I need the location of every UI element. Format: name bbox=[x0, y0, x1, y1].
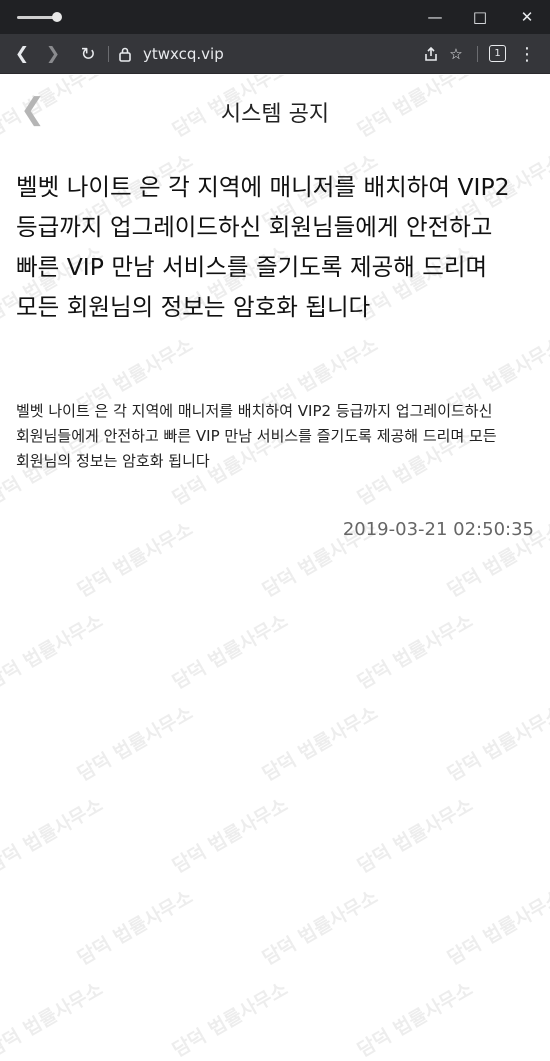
arrow-right-icon[interactable]: ❯ bbox=[41, 42, 65, 66]
share-icon[interactable] bbox=[419, 42, 443, 66]
toolbar-divider bbox=[108, 46, 109, 62]
page-title: 시스템 공지 bbox=[220, 102, 330, 127]
arrow-left-icon[interactable]: ❮ bbox=[10, 42, 34, 66]
reload-icon[interactable]: ↻ bbox=[76, 42, 100, 66]
window-slider-knob[interactable] bbox=[52, 12, 62, 22]
watermark-text: 담덕 법률사무소 bbox=[353, 978, 477, 1061]
watermark-text: 담덕 법률사무소 bbox=[443, 702, 550, 786]
watermark-text: 담덕 법률사무소 bbox=[73, 518, 197, 602]
watermark-text: 담덕 법률사무소 bbox=[73, 886, 197, 970]
maximize-icon[interactable]: □ bbox=[465, 4, 495, 30]
page-content: 담덕 법률사무소 담덕 법률사무소 담덕 법률사무소 담덕 법률사무소 담덕 법률사무소… bbox=[0, 75, 550, 1061]
watermark-text: 담덕 법률사무소 bbox=[353, 610, 477, 694]
watermark-text: 담덕 법률사무소 bbox=[0, 978, 107, 1061]
minimize-icon[interactable]: — bbox=[420, 4, 450, 30]
notice-headline: 벨벳 나이트 은 각 지역에 매니저를 배치하여 VIP2 등급까지 업그레이드… bbox=[16, 173, 510, 321]
watermark-text: 담덕 법률사무소 bbox=[168, 610, 292, 694]
notice-timestamp: 2019-03-21 02:50:35 bbox=[342, 519, 534, 540]
window-title-bar: — □ ✕ bbox=[0, 0, 550, 34]
watermark-text: 담덕 법률사무소 bbox=[0, 610, 107, 694]
tab-count-button[interactable]: 1 bbox=[489, 45, 506, 62]
notice-body: 벨벳 나이트 은 각 지역에 매니저를 배치하여 VIP2 등급까지 업그레이드… bbox=[16, 402, 497, 470]
watermark-text: 담덕 법률사무소 bbox=[258, 702, 382, 786]
lock-icon[interactable] bbox=[113, 42, 137, 66]
watermark-text: 담덕 법률사무소 bbox=[353, 794, 477, 878]
star-icon[interactable]: ☆ bbox=[444, 42, 468, 66]
toolbar-divider bbox=[477, 46, 478, 62]
watermark-text: 담덕 법률사무소 bbox=[443, 886, 550, 970]
watermark-text: 담덕 법률사무소 bbox=[168, 794, 292, 878]
watermark-text: 담덕 법률사무소 bbox=[168, 978, 292, 1061]
page-header: ❮ 시스템 공지 bbox=[0, 75, 550, 145]
kebab-menu-icon[interactable]: ⋮ bbox=[515, 42, 539, 66]
watermark-text: 담덕 법률사무소 bbox=[0, 794, 107, 878]
browser-toolbar: ❮ ❯ ↻ ytwxcq.vip ☆ 1 ⋮ bbox=[0, 34, 550, 74]
watermark-text: 담덕 법률사무소 bbox=[73, 702, 197, 786]
close-icon[interactable]: ✕ bbox=[512, 4, 542, 30]
address-bar-url[interactable]: ytwxcq.vip bbox=[143, 45, 224, 63]
watermark-text: 담덕 법률사무소 bbox=[258, 886, 382, 970]
